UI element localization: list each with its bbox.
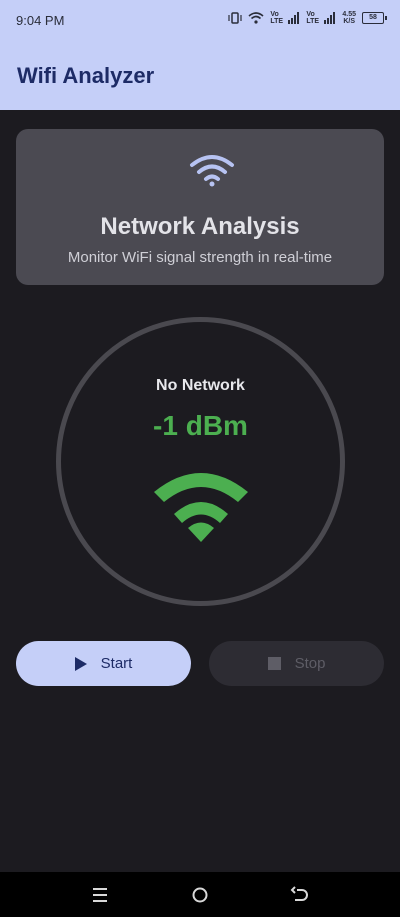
signal-strength-value: -1 dBm: [153, 410, 248, 441]
stop-button[interactable]: Stop: [209, 641, 384, 686]
system-nav-bar: [0, 872, 400, 917]
vibrate-icon: [228, 12, 242, 24]
card-title: Network Analysis: [100, 213, 300, 240]
app-header: 9:04 PM Vo LTE Vo LTE 4.55 K/S 58 Wifi A…: [0, 0, 400, 110]
battery-icon: 58: [362, 12, 387, 24]
wifi-icon: [190, 155, 234, 187]
wifi-status-icon: [248, 12, 264, 24]
signal-bars-icon: [288, 12, 300, 24]
stop-button-label: Stop: [294, 655, 326, 672]
app-title: Wifi Analyzer: [17, 63, 155, 88]
stop-icon: [267, 657, 281, 670]
net-speed: 4.55 K/S: [342, 11, 356, 25]
signal-bars-icon-2: [324, 12, 336, 24]
start-button-label: Start: [100, 655, 133, 672]
card-subtitle: Monitor WiFi signal strength in real-tim…: [67, 249, 333, 266]
network-analysis-card: Network Analysis Monitor WiFi signal str…: [16, 129, 384, 285]
network-name: No Network: [156, 377, 245, 394]
volte-label-1: Vo LTE: [270, 11, 284, 25]
start-button[interactable]: Start: [16, 641, 191, 686]
menu-icon[interactable]: [88, 884, 112, 906]
back-icon[interactable]: [288, 884, 312, 906]
volte-label-2: Vo LTE: [306, 11, 320, 25]
signal-wifi-icon: [154, 473, 248, 542]
signal-gauge: No Network -1 dBm: [56, 317, 345, 606]
status-icons: Vo LTE Vo LTE 4.55 K/S 58: [228, 11, 387, 25]
home-icon[interactable]: [188, 884, 212, 906]
net-speed-unit: K/S: [343, 18, 356, 25]
play-icon: [74, 656, 87, 671]
net-speed-value: 4.55: [342, 11, 356, 18]
status-bar: 9:04 PM Vo LTE Vo LTE 4.55 K/S 58: [0, 0, 400, 40]
status-time: 9:04 PM: [16, 13, 65, 28]
